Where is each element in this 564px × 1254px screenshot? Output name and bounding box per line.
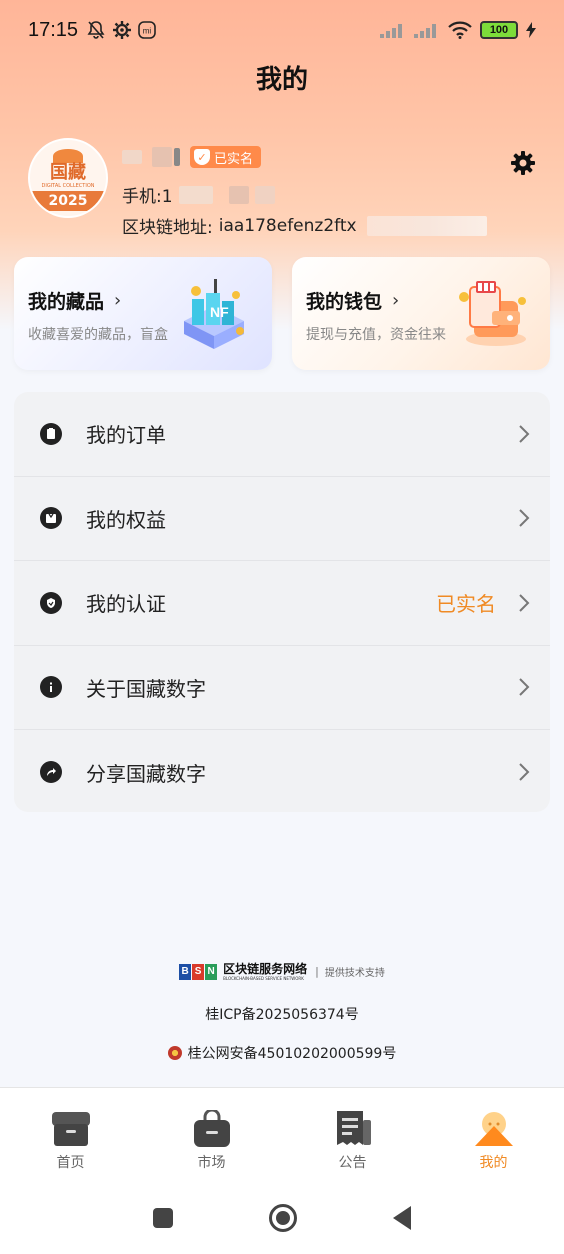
home-dot-icon: [276, 1211, 290, 1225]
bsn-support-text: 提供技术支持: [324, 968, 385, 979]
menu-item-benefits[interactable]: 我的权益: [14, 477, 550, 561]
charging-icon: [526, 22, 536, 38]
tab-profile[interactable]: 我的: [423, 1088, 564, 1182]
tab-label: 公告: [338, 1155, 367, 1171]
certification-icon: [40, 591, 62, 614]
redacted-phone: [254, 185, 275, 204]
status-bar: 17:15 mi 100: [0, 0, 564, 60]
redacted-username: [174, 148, 180, 166]
phone-label: 手机:1: [122, 187, 173, 207]
redacted-username: [152, 147, 172, 167]
bsn-divider: |: [315, 965, 319, 978]
bsn-letters: B S N: [179, 963, 218, 980]
svg-text:NF: NF: [210, 304, 229, 320]
tab-home[interactable]: 首页: [0, 1088, 141, 1182]
police-badge-icon: [167, 1046, 182, 1060]
settings-gear-icon: [511, 151, 535, 175]
settings-menu: 我的订单 我的权益 我的认证 已实名 关于国藏数字 分享国藏数字: [14, 392, 550, 812]
my-collection-card[interactable]: 我的藏品 › 收藏喜爱的藏品，盲盒 NF: [14, 257, 272, 370]
profile-mountain-icon: [474, 1112, 513, 1146]
chevron-right-icon: ›: [114, 290, 122, 311]
chevron-right-icon: [518, 677, 532, 697]
bsn-logo: B S N 区块链服务网络 BLOCKCHAIN-BASED SERVICE N…: [0, 962, 564, 981]
svg-text:mi: mi: [143, 27, 152, 36]
bsn-english: BLOCKCHAIN-BASED SERVICE NETWORK: [223, 976, 304, 981]
police-record-text: 桂公网安备45010202000599号: [187, 1046, 397, 1062]
chevron-right-icon: [518, 424, 532, 444]
tab-label: 我的: [479, 1155, 508, 1171]
card-title: 我的藏品: [28, 291, 105, 313]
chevron-right-icon: [518, 593, 532, 613]
my-wallet-card[interactable]: 我的钱包 › 提现与充值，资金往来: [292, 257, 550, 370]
phone-row: 手机:1: [122, 182, 275, 207]
bsn-name: 区块链服务网络: [223, 962, 308, 976]
chain-address-value: iaa178efenz2ftx: [218, 215, 357, 236]
menu-item-label: 关于国藏数字: [86, 676, 206, 701]
police-record[interactable]: 桂公网安备45010202000599号: [0, 1043, 564, 1063]
chevron-right-icon: [518, 762, 532, 782]
menu-item-orders[interactable]: 我的订单: [14, 392, 550, 477]
bsn-text: 区块链服务网络 BLOCKCHAIN-BASED SERVICE NETWORK: [223, 962, 307, 981]
bsn-letter: N: [205, 963, 218, 980]
bsn-letter: B: [179, 963, 192, 980]
share-icon: [40, 761, 62, 784]
menu-item-about[interactable]: 关于国藏数字: [14, 646, 550, 730]
notice-icon: [336, 1111, 371, 1145]
menu-item-label: 我的订单: [86, 423, 166, 448]
bsn-letter: S: [192, 963, 205, 980]
gear-icon: [113, 21, 132, 39]
tab-label: 市场: [197, 1155, 226, 1171]
menu-item-certification[interactable]: 我的认证 已实名: [14, 561, 550, 646]
chevron-right-icon: [518, 508, 532, 528]
chain-address-row[interactable]: 区块链地址: iaa178efenz2ftx: [122, 213, 487, 238]
menu-item-label: 分享国藏数字: [86, 761, 206, 786]
verified-badge: ✓ 已实名: [190, 146, 262, 168]
signal-icon: [414, 22, 440, 38]
wallet-illustration-icon: [459, 281, 526, 346]
menu-item-share[interactable]: 分享国藏数字: [14, 730, 550, 812]
nft-illustration-icon: NF: [184, 279, 244, 349]
info-icon: [40, 676, 62, 699]
page-title: 我的: [255, 65, 308, 95]
recents-button[interactable]: [153, 1208, 173, 1228]
battery-icon: 100: [480, 21, 518, 39]
tab-label: 首页: [56, 1155, 85, 1171]
chain-address-label: 区块链地址:: [122, 218, 213, 238]
chevron-right-icon: ›: [392, 290, 400, 311]
bell-off-icon: [87, 21, 105, 39]
redacted-phone: [228, 185, 249, 204]
signal-icon: [380, 22, 406, 38]
tab-market[interactable]: 市场: [141, 1088, 282, 1182]
redacted-username: [122, 150, 142, 164]
verified-badge-label: 已实名: [214, 151, 254, 167]
settings-button[interactable]: [508, 148, 538, 178]
menu-item-label: 我的权益: [86, 507, 166, 532]
mi-icon: mi: [138, 21, 156, 39]
avatar[interactable]: 国藏 DIGITAL COLLECTION 2025: [28, 138, 108, 218]
avatar-logo-subtitle: DIGITAL COLLECTION: [41, 183, 95, 189]
redacted-address: [366, 215, 487, 236]
lotus-icon: [53, 149, 83, 163]
market-bag-icon: [193, 1110, 230, 1147]
avatar-logo-text: 国藏: [50, 162, 86, 183]
wifi-icon: [448, 21, 472, 39]
back-button[interactable]: [393, 1206, 411, 1230]
benefit-icon: [40, 507, 62, 530]
menu-item-label: 我的认证: [86, 592, 166, 617]
order-icon: [40, 422, 62, 445]
home-box-icon: [51, 1112, 90, 1146]
shield-check-icon: ✓: [194, 149, 210, 165]
username-row: ✓ 已实名: [122, 146, 262, 168]
bottom-tab-bar: 首页 市场 公告 我的: [0, 1087, 564, 1182]
status-time: 17:15: [28, 18, 79, 41]
home-button[interactable]: [269, 1204, 297, 1232]
certification-status: 已实名: [436, 592, 496, 617]
card-title: 我的钱包: [306, 291, 383, 313]
icp-record[interactable]: 桂ICP备2025056374号: [0, 1004, 564, 1024]
system-nav-bar: [0, 1182, 564, 1254]
tab-notice[interactable]: 公告: [282, 1088, 423, 1182]
redacted-phone: [178, 185, 213, 204]
